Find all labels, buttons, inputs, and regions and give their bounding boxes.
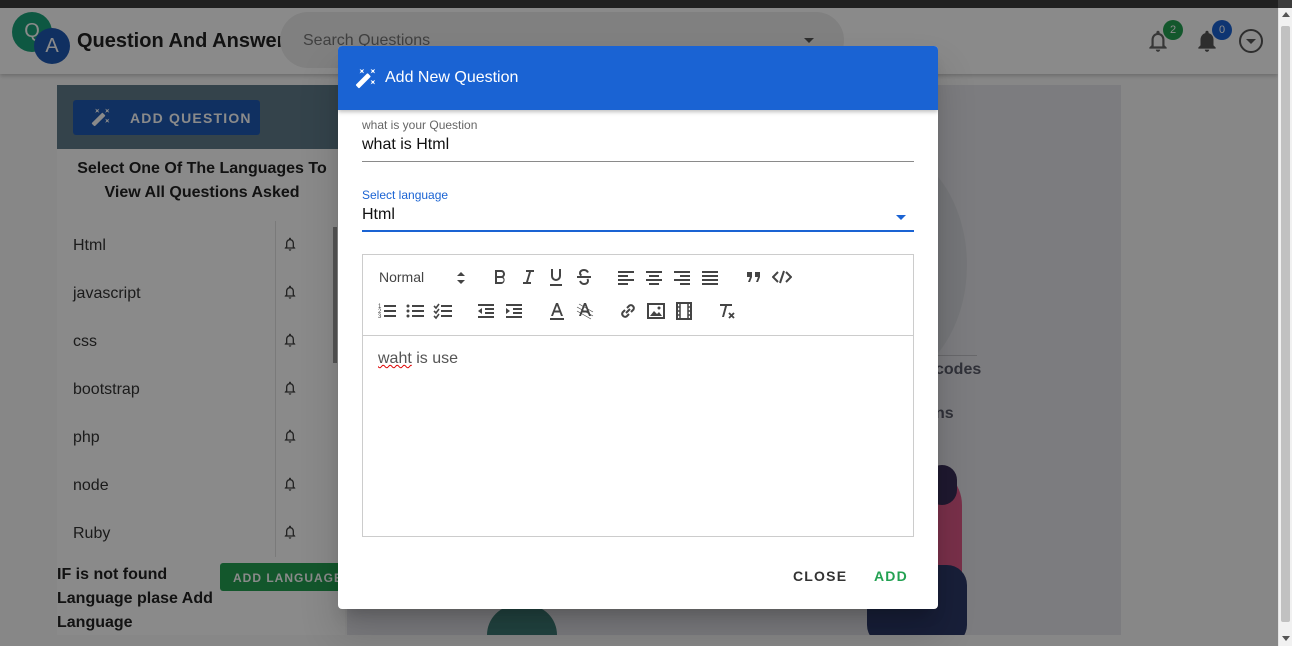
outdent-button[interactable] (475, 300, 497, 322)
align-justify-button[interactable] (699, 266, 721, 288)
dialog-title: Add New Question (385, 69, 519, 86)
indent-icon (506, 304, 522, 318)
question-underline (362, 161, 914, 162)
insert-image-button[interactable] (645, 300, 667, 322)
ordered-list-button[interactable]: 123 (376, 300, 398, 322)
underline-button[interactable] (545, 266, 567, 288)
text-color-button[interactable] (546, 300, 568, 322)
italic-icon (523, 270, 534, 284)
link-icon (621, 304, 635, 318)
strikethrough-button[interactable] (573, 266, 595, 288)
scroll-down-arrow-icon[interactable] (1282, 636, 1290, 641)
code-icon (771, 270, 793, 284)
page-scrollbar[interactable] (1278, 8, 1292, 646)
align-right-icon (674, 271, 690, 285)
video-film-icon (676, 302, 692, 320)
insert-link-button[interactable] (617, 300, 639, 322)
bold-button[interactable] (489, 266, 511, 288)
align-justify-icon (702, 271, 718, 285)
add-button[interactable]: ADD (874, 568, 908, 596)
editor-text-rest: is use (411, 350, 459, 367)
heading-format-select[interactable]: Normal (379, 269, 465, 287)
bullet-list-icon (406, 304, 424, 318)
image-icon (647, 303, 665, 319)
scroll-thumb[interactable] (1281, 26, 1290, 622)
language-select[interactable]: Select language Html (362, 188, 914, 233)
strikethrough-icon (577, 268, 591, 286)
svg-text:3: 3 (378, 314, 382, 320)
question-field-label: what is your Question (362, 118, 478, 132)
outdent-icon (478, 304, 494, 318)
question-input[interactable]: what is Html (362, 136, 449, 154)
insert-video-button[interactable] (673, 300, 695, 322)
indent-button[interactable] (503, 300, 525, 322)
select-arrows-icon (457, 272, 465, 284)
close-button[interactable]: CLOSE (793, 568, 847, 596)
highlight-color-icon (576, 303, 594, 320)
underline-icon (550, 269, 562, 286)
align-right-button[interactable] (671, 266, 693, 288)
bullet-list-button[interactable] (404, 300, 426, 322)
editor-toolbar: Normal 1 2 3 (363, 255, 913, 336)
background-color-button[interactable] (574, 300, 596, 322)
add-question-dialog: Add New Question what is your Question w… (338, 46, 938, 609)
bold-icon (495, 270, 505, 284)
clear-format-icon (720, 304, 735, 319)
checklist-icon (433, 303, 452, 320)
rich-text-editor: Normal 1 2 3 waht is use (362, 254, 914, 537)
misspelled-word: waht (378, 350, 412, 367)
align-left-button[interactable] (615, 266, 637, 288)
align-left-icon (618, 271, 634, 285)
blockquote-icon (747, 272, 760, 282)
select-caret-icon[interactable] (896, 215, 906, 220)
align-center-button[interactable] (643, 266, 665, 288)
language-select-underline (362, 230, 914, 232)
align-center-icon (646, 271, 662, 285)
clear-formatting-button[interactable] (716, 300, 738, 322)
dialog-header: Add New Question (338, 46, 938, 110)
language-select-label: Select language (362, 188, 449, 202)
text-color-icon (550, 303, 564, 320)
ordered-list-icon: 123 (378, 304, 396, 320)
magic-wand-icon (355, 68, 376, 89)
editor-content[interactable]: waht is use (378, 350, 458, 368)
heading-format-value: Normal (379, 269, 425, 285)
checklist-button[interactable] (432, 300, 454, 322)
language-select-value[interactable]: Html (362, 206, 395, 224)
question-field[interactable]: what is your Question what is Html (362, 118, 914, 163)
italic-button[interactable] (517, 266, 539, 288)
scroll-up-arrow-icon[interactable] (1282, 12, 1290, 17)
code-block-button[interactable] (771, 266, 793, 288)
blockquote-button[interactable] (743, 266, 765, 288)
